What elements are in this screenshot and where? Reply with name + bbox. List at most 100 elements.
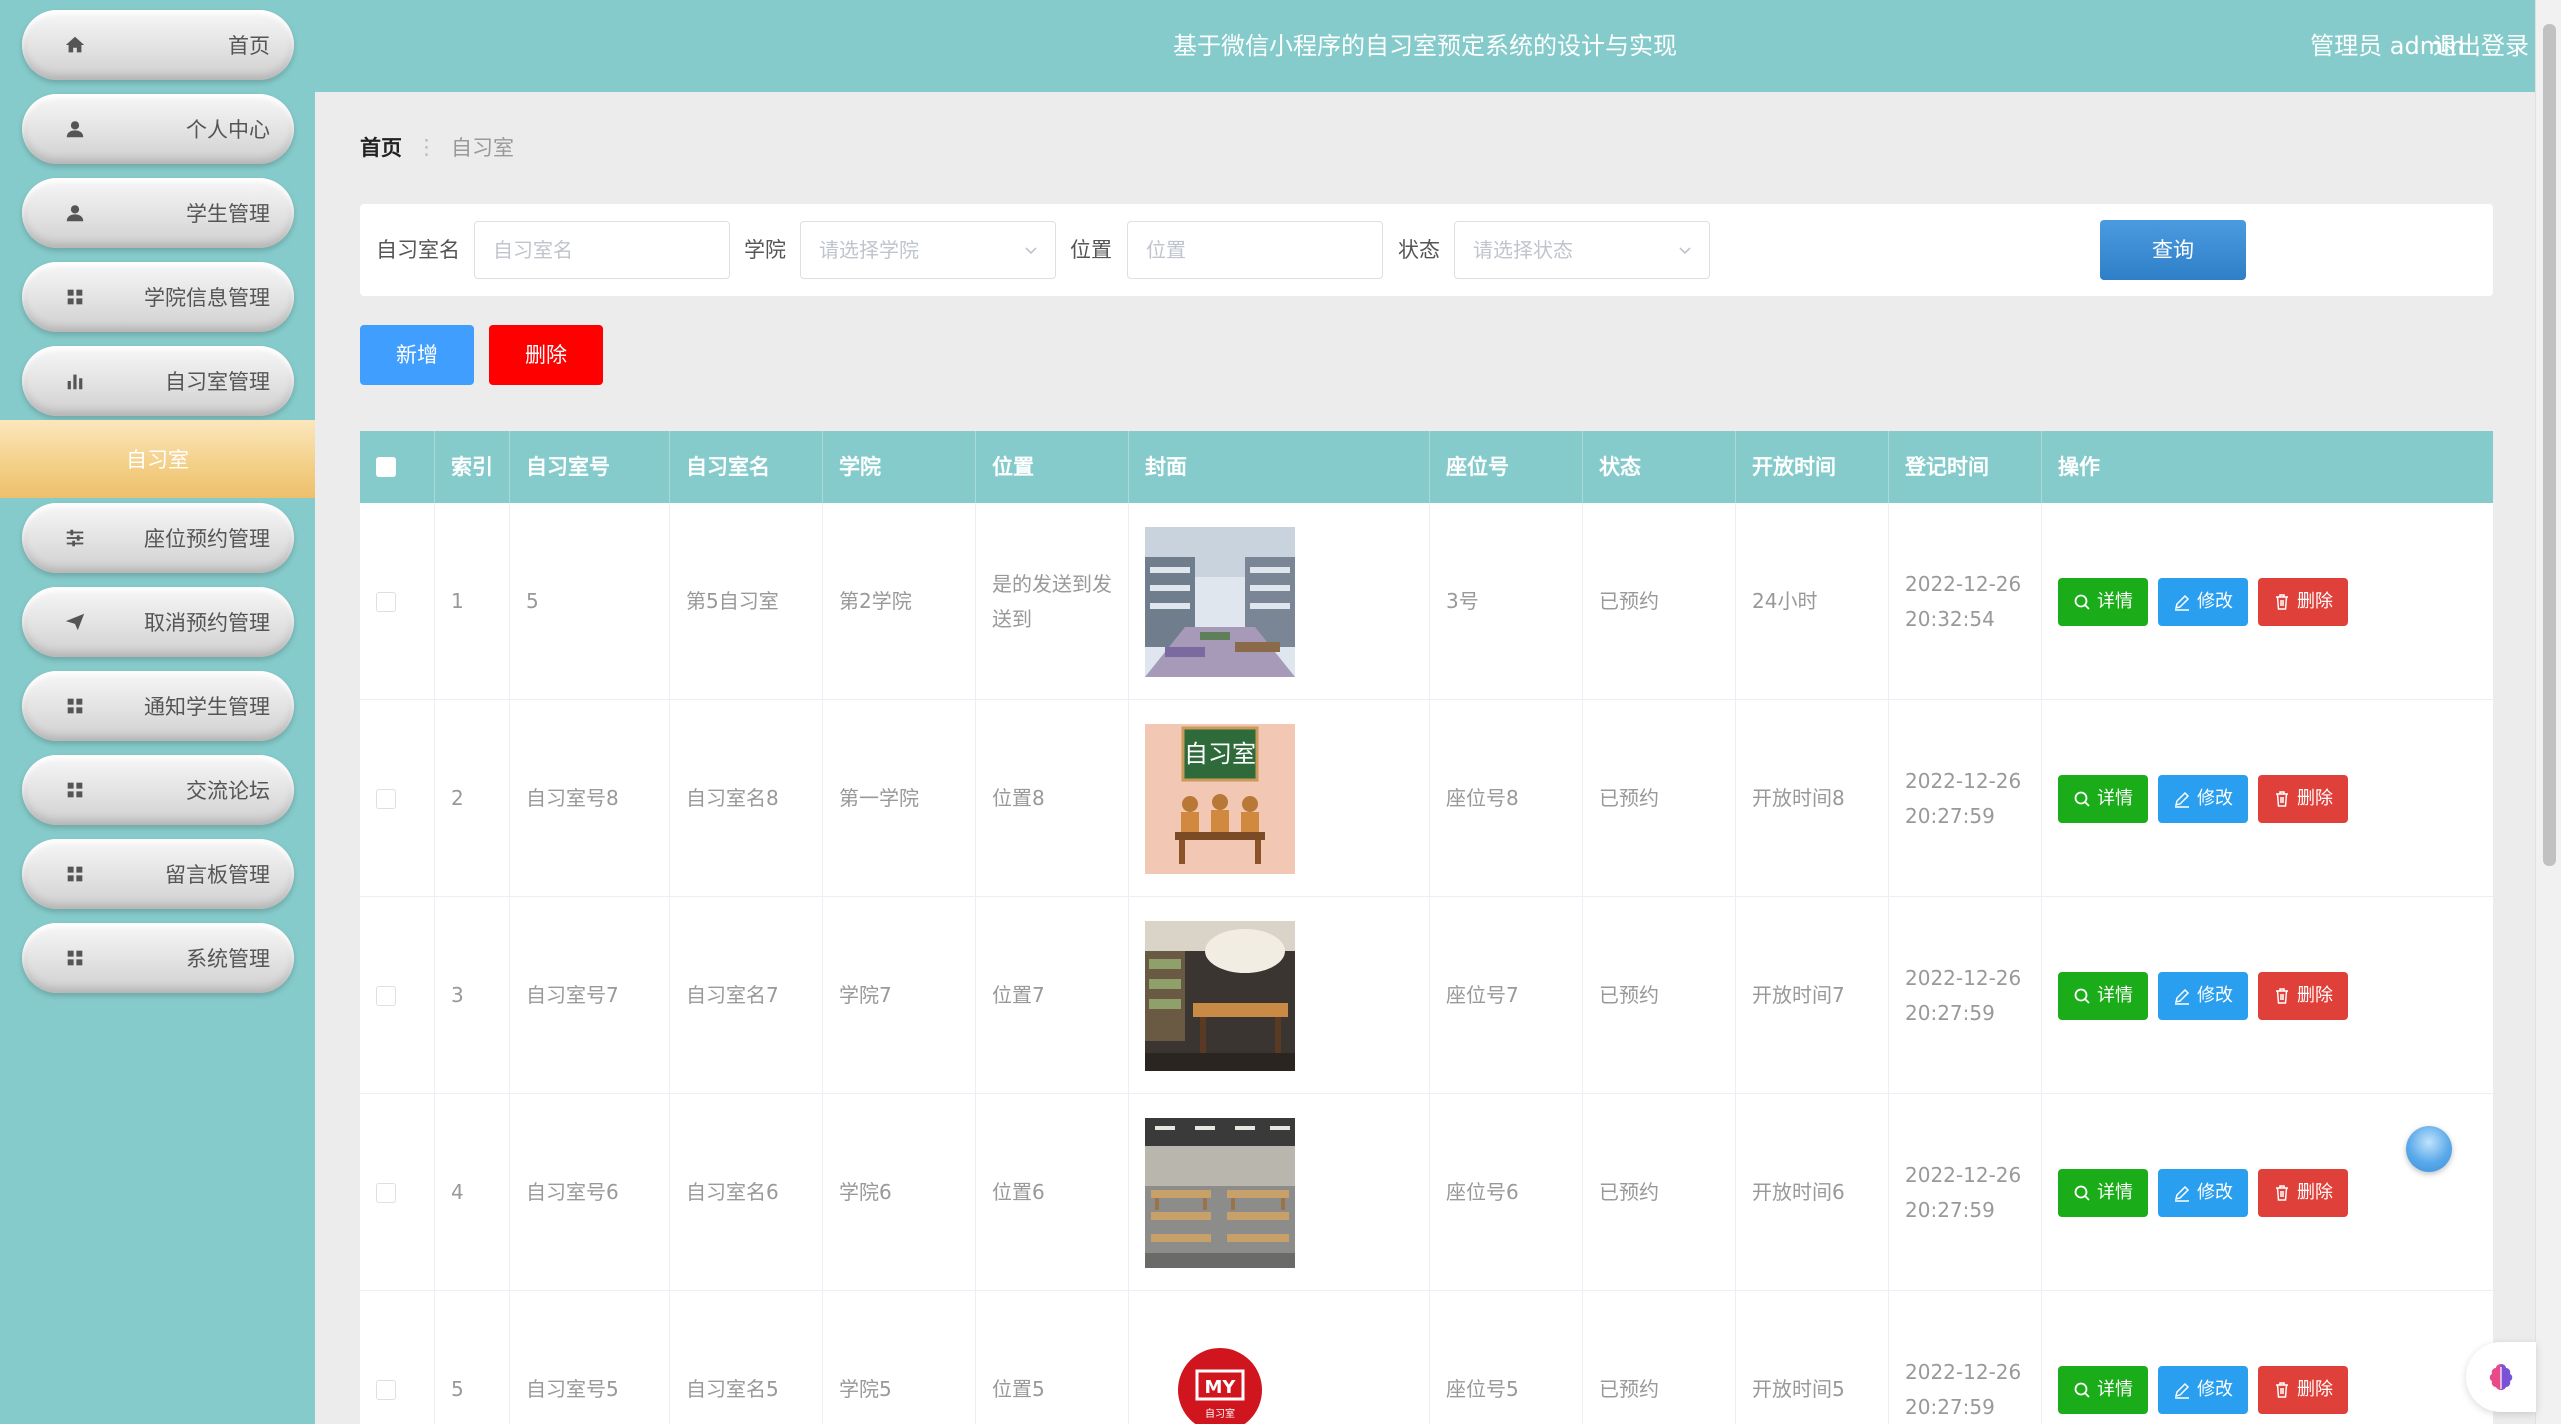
- detail-button[interactable]: 详情: [2058, 577, 2148, 626]
- table-row: 1 5 第5自习室 第2学院 是的发送到发送到 3号 已预约 24小时 2022…: [360, 503, 2493, 700]
- status-select[interactable]: 请选择状态: [1454, 221, 1710, 279]
- cell-cover: [1129, 503, 1430, 700]
- query-button[interactable]: 查询: [2100, 220, 2246, 280]
- column-header: 位置: [976, 431, 1129, 503]
- delete-button[interactable]: 删除: [2258, 577, 2348, 626]
- cell-location: 位置7: [976, 897, 1129, 1094]
- delete-button[interactable]: 删除: [2258, 1168, 2348, 1217]
- row-checkbox[interactable]: [376, 591, 396, 612]
- cell-location: 位置5: [976, 1291, 1129, 1424]
- cell-room-name: 自习室名5: [670, 1291, 823, 1424]
- logo-text: MY: [1205, 1377, 1237, 1398]
- row-checkbox[interactable]: [376, 985, 396, 1006]
- cell-reg-time: 2022-12-26 20:27:59: [1889, 1291, 2042, 1424]
- trash-icon: [2276, 790, 2288, 807]
- cell-college: 第2学院: [823, 503, 976, 700]
- detail-button[interactable]: 详情: [2058, 774, 2148, 823]
- detail-button[interactable]: 详情: [2058, 1168, 2148, 1217]
- column-header: 自习室名: [670, 431, 823, 503]
- cover-image: 自习室: [1145, 723, 1295, 874]
- sidebar-item-college-info[interactable]: 学院信息管理: [22, 262, 294, 332]
- sidebar-item-label: 系统管理: [186, 947, 270, 971]
- column-header: 操作: [2058, 455, 2100, 479]
- cell-open-time: 开放时间8: [1736, 700, 1889, 897]
- search-icon: [2074, 791, 2090, 807]
- cell-open-time: 24小时: [1736, 503, 1889, 700]
- search-panel: 自习室名 学院 请选择学院 位置 状态 请选择状态 查询: [360, 204, 2493, 296]
- cell-seat: 3号: [1430, 503, 1583, 700]
- cell-status: 已预约: [1583, 897, 1736, 1094]
- sidebar-item-label: 学院信息管理: [144, 286, 270, 310]
- sidebar-item-system[interactable]: 系统管理: [22, 923, 294, 993]
- sidebar-item-label: 个人中心: [186, 118, 270, 142]
- sidebar-item-message-board[interactable]: 留言板管理: [22, 839, 294, 909]
- row-checkbox[interactable]: [376, 1379, 396, 1400]
- edit-label: 修改: [2197, 1181, 2233, 1203]
- user-icon: [62, 200, 88, 226]
- sidebar-subitem-study-room[interactable]: 自习室: [0, 420, 315, 498]
- cell-seat: 座位号5: [1430, 1291, 1583, 1424]
- row-select-cell: [360, 897, 435, 1094]
- column-header: 索引: [435, 431, 510, 503]
- sidebar-item-study-room[interactable]: 自习室管理: [22, 346, 294, 416]
- row-checkbox[interactable]: [376, 788, 396, 809]
- cell-reg-time: 2022-12-26 20:27:59: [1889, 897, 2042, 1094]
- detail-button[interactable]: 详情: [2058, 971, 2148, 1020]
- brain-icon: [2489, 1364, 2513, 1390]
- sidebar-item-label: 交流论坛: [186, 779, 270, 803]
- search-icon: [2074, 988, 2090, 1004]
- delete-button[interactable]: 删除: [2258, 774, 2348, 823]
- grid-icon: [62, 284, 88, 310]
- delete-label: 删除: [2297, 787, 2333, 809]
- logout-link[interactable]: 退出登录: [2433, 0, 2529, 92]
- trash-icon: [2276, 1184, 2288, 1201]
- sidebar-item-notify-students[interactable]: 通知学生管理: [22, 671, 294, 741]
- room-name-input[interactable]: [474, 221, 730, 279]
- chevron-down-icon: [1679, 247, 1691, 255]
- scrollbar-thumb[interactable]: [2543, 24, 2556, 866]
- sidebar-item-cancel-booking[interactable]: 取消预约管理: [22, 587, 294, 657]
- cell-room-name: 自习室名8: [670, 700, 823, 897]
- batch-delete-button[interactable]: 删除: [489, 325, 603, 385]
- cell-operations: 详情 修改 删除: [2042, 1291, 2493, 1424]
- select-all-checkbox[interactable]: [376, 457, 396, 477]
- location-label: 位置: [1070, 238, 1112, 262]
- edit-button[interactable]: 修改: [2158, 774, 2248, 823]
- sidebar-item-home[interactable]: 首页: [22, 10, 294, 80]
- reg-clock: 20:27:59: [1905, 1394, 1995, 1419]
- edit-button[interactable]: 修改: [2158, 1168, 2248, 1217]
- cell-reg-time: 2022-12-26 20:27:59: [1889, 700, 2042, 897]
- detail-button[interactable]: 详情: [2058, 1365, 2148, 1414]
- sidebar-item-label: 首页: [228, 34, 270, 58]
- reg-date: 2022-12-26: [1905, 965, 2022, 990]
- sidebar-item-label: 学生管理: [186, 202, 270, 226]
- location-input[interactable]: [1127, 221, 1383, 279]
- add-button[interactable]: 新增: [360, 325, 474, 385]
- sidebar-item-personal-center[interactable]: 个人中心: [22, 94, 294, 164]
- ai-assistant-button[interactable]: [2466, 1342, 2536, 1412]
- edit-button[interactable]: 修改: [2158, 577, 2248, 626]
- college-select[interactable]: 请选择学院: [800, 221, 1056, 279]
- column-header: 登记时间: [1889, 431, 2042, 503]
- floating-assistant-button[interactable]: [2406, 1126, 2452, 1172]
- breadcrumb-home[interactable]: 首页: [360, 132, 402, 162]
- edit-button[interactable]: 修改: [2158, 1365, 2248, 1414]
- edit-button[interactable]: 修改: [2158, 971, 2248, 1020]
- home-icon: [62, 32, 88, 58]
- edit-label: 修改: [2197, 590, 2233, 612]
- sidebar-item-label: 取消预约管理: [144, 611, 270, 635]
- sidebar-item-forum[interactable]: 交流论坛: [22, 755, 294, 825]
- row-checkbox[interactable]: [376, 1182, 396, 1203]
- cell-index: 1: [435, 503, 510, 700]
- delete-button[interactable]: 删除: [2258, 1365, 2348, 1414]
- select-all-cell: [360, 431, 435, 503]
- row-select-cell: [360, 700, 435, 897]
- cell-operations: 详情 修改 删除: [2042, 897, 2493, 1094]
- cell-reg-time: 2022-12-26 20:27:59: [1889, 1094, 2042, 1291]
- sidebar-item-students[interactable]: 学生管理: [22, 178, 294, 248]
- page-scrollbar[interactable]: [2535, 0, 2561, 1424]
- cell-room-no: 5: [510, 503, 670, 700]
- delete-button[interactable]: 删除: [2258, 971, 2348, 1020]
- sidebar-item-seat-booking[interactable]: 座位预约管理: [22, 503, 294, 573]
- cell-location: 位置6: [976, 1094, 1129, 1291]
